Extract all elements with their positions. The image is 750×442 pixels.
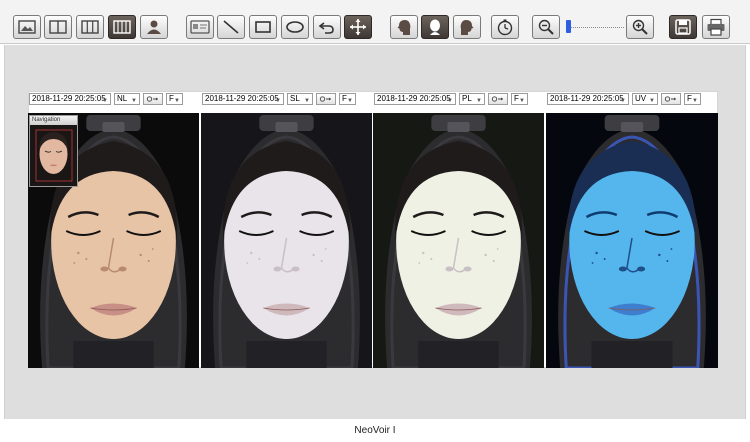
filter-select[interactable]: F ▼: [166, 93, 183, 105]
lightbulb-arrow-icon: [146, 96, 158, 102]
capture-datetime-select[interactable]: 2018-11-29 20:25:05 ▼: [202, 93, 284, 105]
chevron-down-icon: ▼: [102, 98, 108, 104]
print-button[interactable]: [702, 15, 730, 39]
move-tool-button[interactable]: [344, 15, 372, 39]
layout-three-panels-icon: [81, 20, 99, 34]
face-front-view-button[interactable]: [421, 15, 449, 39]
capture-datetime-value: 2018-11-29 20:25:05: [377, 94, 451, 103]
capture-datetime-value: 2018-11-29 20:25:05: [205, 94, 279, 103]
save-button[interactable]: [669, 15, 697, 39]
apply-light-button[interactable]: [661, 93, 681, 105]
zoom-slider-thumb[interactable]: [566, 20, 572, 33]
zoom-out-icon: [538, 19, 554, 35]
light-mode-value: SL: [290, 94, 300, 103]
chevron-down-icon: ▼: [131, 98, 137, 104]
light-mode-value: UV: [635, 94, 647, 103]
id-card-icon: [190, 20, 210, 34]
layout-two-panels-button[interactable]: [44, 15, 72, 39]
face-photo-panel-uv[interactable]: [546, 113, 718, 368]
apply-light-button[interactable]: [488, 93, 508, 105]
face-left-view-button[interactable]: [390, 15, 418, 39]
chevron-down-icon: ▼: [447, 98, 453, 104]
layout-two-panels-icon: [49, 20, 67, 34]
face-photo-image: [546, 113, 718, 368]
chevron-down-icon: ▼: [347, 98, 353, 104]
ellipse-tool-icon: [286, 21, 304, 33]
face-photo-panel-sl[interactable]: [201, 113, 372, 368]
chevron-down-icon: ▼: [519, 98, 525, 104]
chevron-down-icon: ▼: [304, 98, 310, 104]
face-right-view-button[interactable]: [453, 15, 481, 39]
light-mode-select[interactable]: NL ▼: [114, 93, 140, 105]
panel-header-4: 2018-11-29 20:25:05 ▼ UV ▼ F ▼: [547, 92, 701, 106]
face-photo-image: [201, 113, 372, 368]
capture-datetime-value: 2018-11-29 20:25:05: [550, 94, 624, 103]
print-icon: [707, 18, 725, 36]
app-window: 2018-11-29 20:25:05 ▼ NL ▼ F ▼ 2018-11-29 20:2…: [0, 0, 750, 442]
light-mode-select[interactable]: PL ▼: [459, 93, 485, 105]
chevron-down-icon: ▼: [476, 98, 482, 104]
filter-select[interactable]: F ▼: [511, 93, 528, 105]
chevron-down-icon: ▼: [620, 98, 626, 104]
light-mode-value: PL: [462, 94, 472, 103]
panel-header-3: 2018-11-29 20:25:05 ▼ PL ▼ F ▼: [374, 92, 528, 106]
face-photo-panel-pl[interactable]: [373, 113, 544, 368]
rectangle-tool-button[interactable]: [249, 15, 277, 39]
light-mode-select[interactable]: UV ▼: [632, 93, 658, 105]
save-icon: [675, 19, 691, 35]
app-name-label: NeoVoir I: [354, 425, 396, 436]
chevron-down-icon: ▼: [692, 98, 698, 104]
face-front-view-icon: [430, 19, 440, 35]
image-view-button[interactable]: [13, 15, 41, 39]
capture-datetime-select[interactable]: 2018-11-29 20:25:05 ▼: [374, 93, 456, 105]
capture-datetime-select[interactable]: 2018-11-29 20:25:05 ▼: [547, 93, 629, 105]
zoom-in-button[interactable]: [626, 15, 654, 39]
chevron-down-icon: ▼: [275, 98, 281, 104]
filter-select[interactable]: F ▼: [339, 93, 356, 105]
chevron-down-icon: ▼: [174, 98, 180, 104]
navigator-window[interactable]: Navigation: [29, 115, 78, 187]
light-mode-value: NL: [117, 94, 128, 103]
navigator-title: Navigation: [30, 116, 77, 125]
face-right-view-icon: [460, 20, 474, 35]
layout-four-panels-icon: [113, 20, 131, 34]
apply-light-button[interactable]: [143, 93, 163, 105]
layout-three-panels-button[interactable]: [76, 15, 104, 39]
navigator-thumbnail[interactable]: [30, 125, 77, 186]
zoom-in-icon: [632, 19, 648, 35]
capture-datetime-select[interactable]: 2018-11-29 20:25:05 ▼: [29, 93, 111, 105]
face-left-view-icon: [397, 20, 411, 35]
zoom-out-button[interactable]: [532, 15, 560, 39]
user-profile-button[interactable]: [140, 15, 168, 39]
lightbulb-arrow-icon: [664, 96, 676, 102]
line-tool-button[interactable]: [217, 15, 245, 39]
timer-icon: [497, 19, 513, 36]
light-mode-select[interactable]: SL ▼: [287, 93, 313, 105]
rectangle-tool-icon: [255, 21, 271, 33]
filter-select[interactable]: F ▼: [684, 93, 701, 105]
zoom-slider-track[interactable]: [566, 27, 624, 28]
toolbar: [0, 0, 750, 44]
undo-button[interactable]: [313, 15, 341, 39]
capture-datetime-value: 2018-11-29 20:25:05: [32, 94, 106, 103]
line-tool-icon: [223, 20, 239, 34]
layout-four-panels-button[interactable]: [108, 15, 136, 39]
lightbulb-arrow-icon: [319, 96, 331, 102]
user-profile-icon: [147, 20, 161, 34]
face-photo-image: [373, 113, 544, 368]
chevron-down-icon: ▼: [649, 98, 655, 104]
image-icon: [18, 20, 36, 34]
apply-light-button[interactable]: [316, 93, 336, 105]
panel-header-1: 2018-11-29 20:25:05 ▼ NL ▼ F ▼: [29, 92, 183, 106]
panel-header-2: 2018-11-29 20:25:05 ▼ SL ▼ F ▼: [202, 92, 356, 106]
id-card-button[interactable]: [186, 15, 214, 39]
move-tool-icon: [350, 19, 366, 35]
undo-icon: [318, 22, 334, 34]
timer-button[interactable]: [491, 15, 519, 39]
ellipse-tool-button[interactable]: [281, 15, 309, 39]
lightbulb-arrow-icon: [491, 96, 503, 102]
